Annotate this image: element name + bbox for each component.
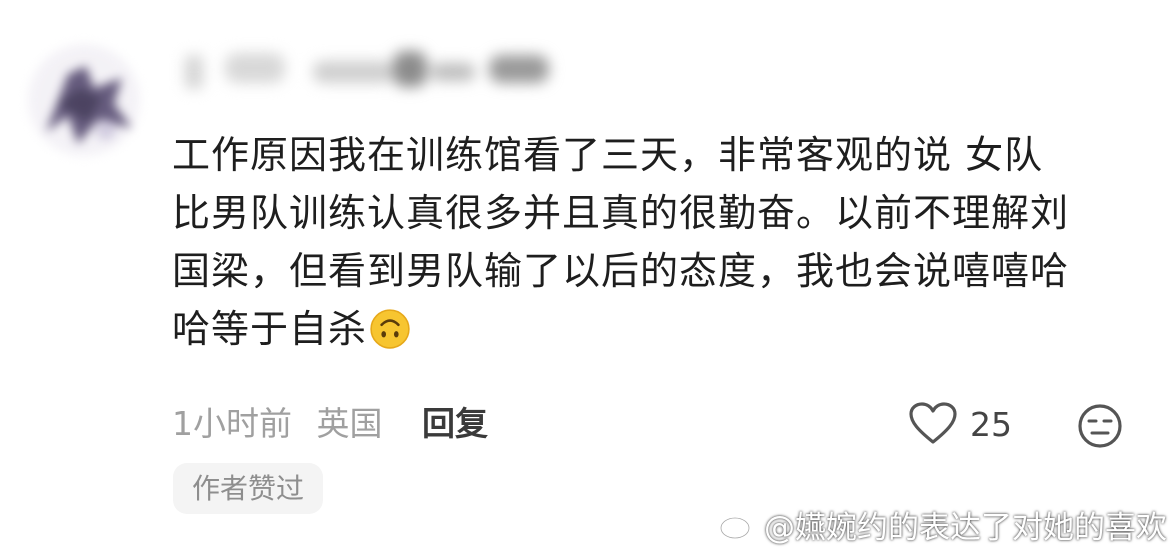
username-redacted[interactable]: [185, 47, 555, 93]
dislike-button[interactable]: [1076, 402, 1124, 450]
unamused-face-icon: [1078, 404, 1122, 448]
comment-line: 工作原因我在训练馆看了三天，非常客观的说 女队: [172, 133, 1044, 177]
comment-meta: 1小时前 英国: [172, 402, 383, 446]
avatar[interactable]: [28, 44, 140, 156]
comment-text: 工作原因我在训练馆看了三天，非常客观的说 女队 比男队训练认真很多并且真的很勤奋…: [172, 126, 1147, 358]
author-liked-badge: 作者赞过: [173, 463, 324, 514]
username-blur: [185, 51, 549, 89]
comment-time: 1小时前: [172, 404, 292, 443]
weibo-logo-icon: [719, 511, 756, 540]
comment-line: 比男队训练认真很多并且真的很勤奋。以前不理解刘: [172, 191, 1070, 235]
comment-line: 国梁，但看到男队输了以后的态度，我也会说嘻嘻哈: [172, 249, 1070, 293]
avatar-image: [28, 44, 140, 156]
comment-line-text: 哈等于自杀: [172, 307, 368, 351]
comment-location: 英国: [316, 404, 383, 443]
heart-icon: [909, 402, 957, 444]
upside-down-face-emoji-icon: [370, 309, 410, 349]
reply-button[interactable]: 回复: [422, 402, 488, 446]
comment-line: 哈等于自杀: [172, 300, 1147, 358]
watermark-text: @嬿婉约的表达了对她的喜欢: [764, 509, 1167, 546]
like-count: 25: [970, 404, 1012, 444]
like-button[interactable]: 25: [908, 400, 1012, 448]
watermark: @嬿婉约的表达了对她的喜欢: [718, 498, 1167, 550]
